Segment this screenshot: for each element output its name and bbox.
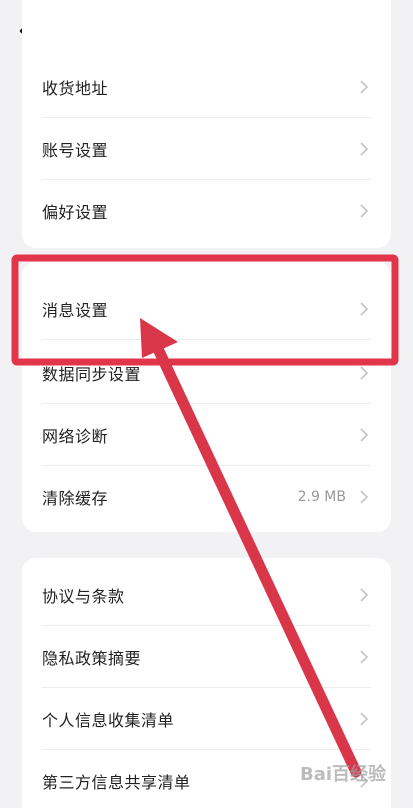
cache-size-value: 2.9 MB xyxy=(297,489,346,505)
row-label: 隐私政策摘要 xyxy=(42,649,142,668)
chevron-right-icon xyxy=(360,588,369,602)
chevron-right-icon xyxy=(360,490,369,504)
chevron-right-icon xyxy=(360,204,369,218)
row-data-sync-settings[interactable]: 数据同步设置 xyxy=(22,342,391,404)
chevron-right-icon xyxy=(360,302,369,316)
row-shipping-address[interactable]: 收货地址 xyxy=(22,56,391,118)
row-label: 网络诊断 xyxy=(42,427,109,446)
chevron-right-icon xyxy=(360,650,369,664)
row-terms-agreement[interactable]: 协议与条款 xyxy=(22,564,391,626)
row-clear-cache[interactable]: 清除缓存 2.9 MB xyxy=(22,466,391,528)
settings-screen: 设置 收货地址 账号设置 偏好设置 消息设置 数据同步设置 网络诊断 xyxy=(0,0,413,808)
row-label: 协议与条款 xyxy=(42,587,125,606)
chevron-right-icon xyxy=(360,712,369,726)
settings-group-system: 消息设置 数据同步设置 网络诊断 清除缓存 2.9 MB xyxy=(22,262,391,532)
row-account-settings[interactable]: 账号设置 xyxy=(22,118,391,180)
row-privacy-summary[interactable]: 隐私政策摘要 xyxy=(22,626,391,688)
chevron-right-icon xyxy=(360,366,369,380)
chevron-right-icon xyxy=(360,142,369,156)
settings-group-account: 收货地址 账号设置 偏好设置 xyxy=(22,0,391,248)
chevron-right-icon xyxy=(360,80,369,94)
row-label: 账号设置 xyxy=(42,141,109,160)
row-preference-settings[interactable]: 偏好设置 xyxy=(22,180,391,242)
row-label: 收货地址 xyxy=(42,79,109,98)
chevron-right-icon xyxy=(360,428,369,442)
row-network-diagnosis[interactable]: 网络诊断 xyxy=(22,404,391,466)
row-personal-info-list[interactable]: 个人信息收集清单 xyxy=(22,688,391,750)
row-label: 个人信息收集清单 xyxy=(42,711,175,730)
row-label: 第三方信息共享清单 xyxy=(42,773,191,792)
row-label: 清除缓存 xyxy=(42,489,109,508)
row-label: 消息设置 xyxy=(42,301,109,320)
watermark: Bai百经验 xyxy=(300,764,387,785)
row-label: 数据同步设置 xyxy=(42,365,142,384)
row-message-settings[interactable]: 消息设置 xyxy=(22,278,391,340)
row-label: 偏好设置 xyxy=(42,203,109,222)
